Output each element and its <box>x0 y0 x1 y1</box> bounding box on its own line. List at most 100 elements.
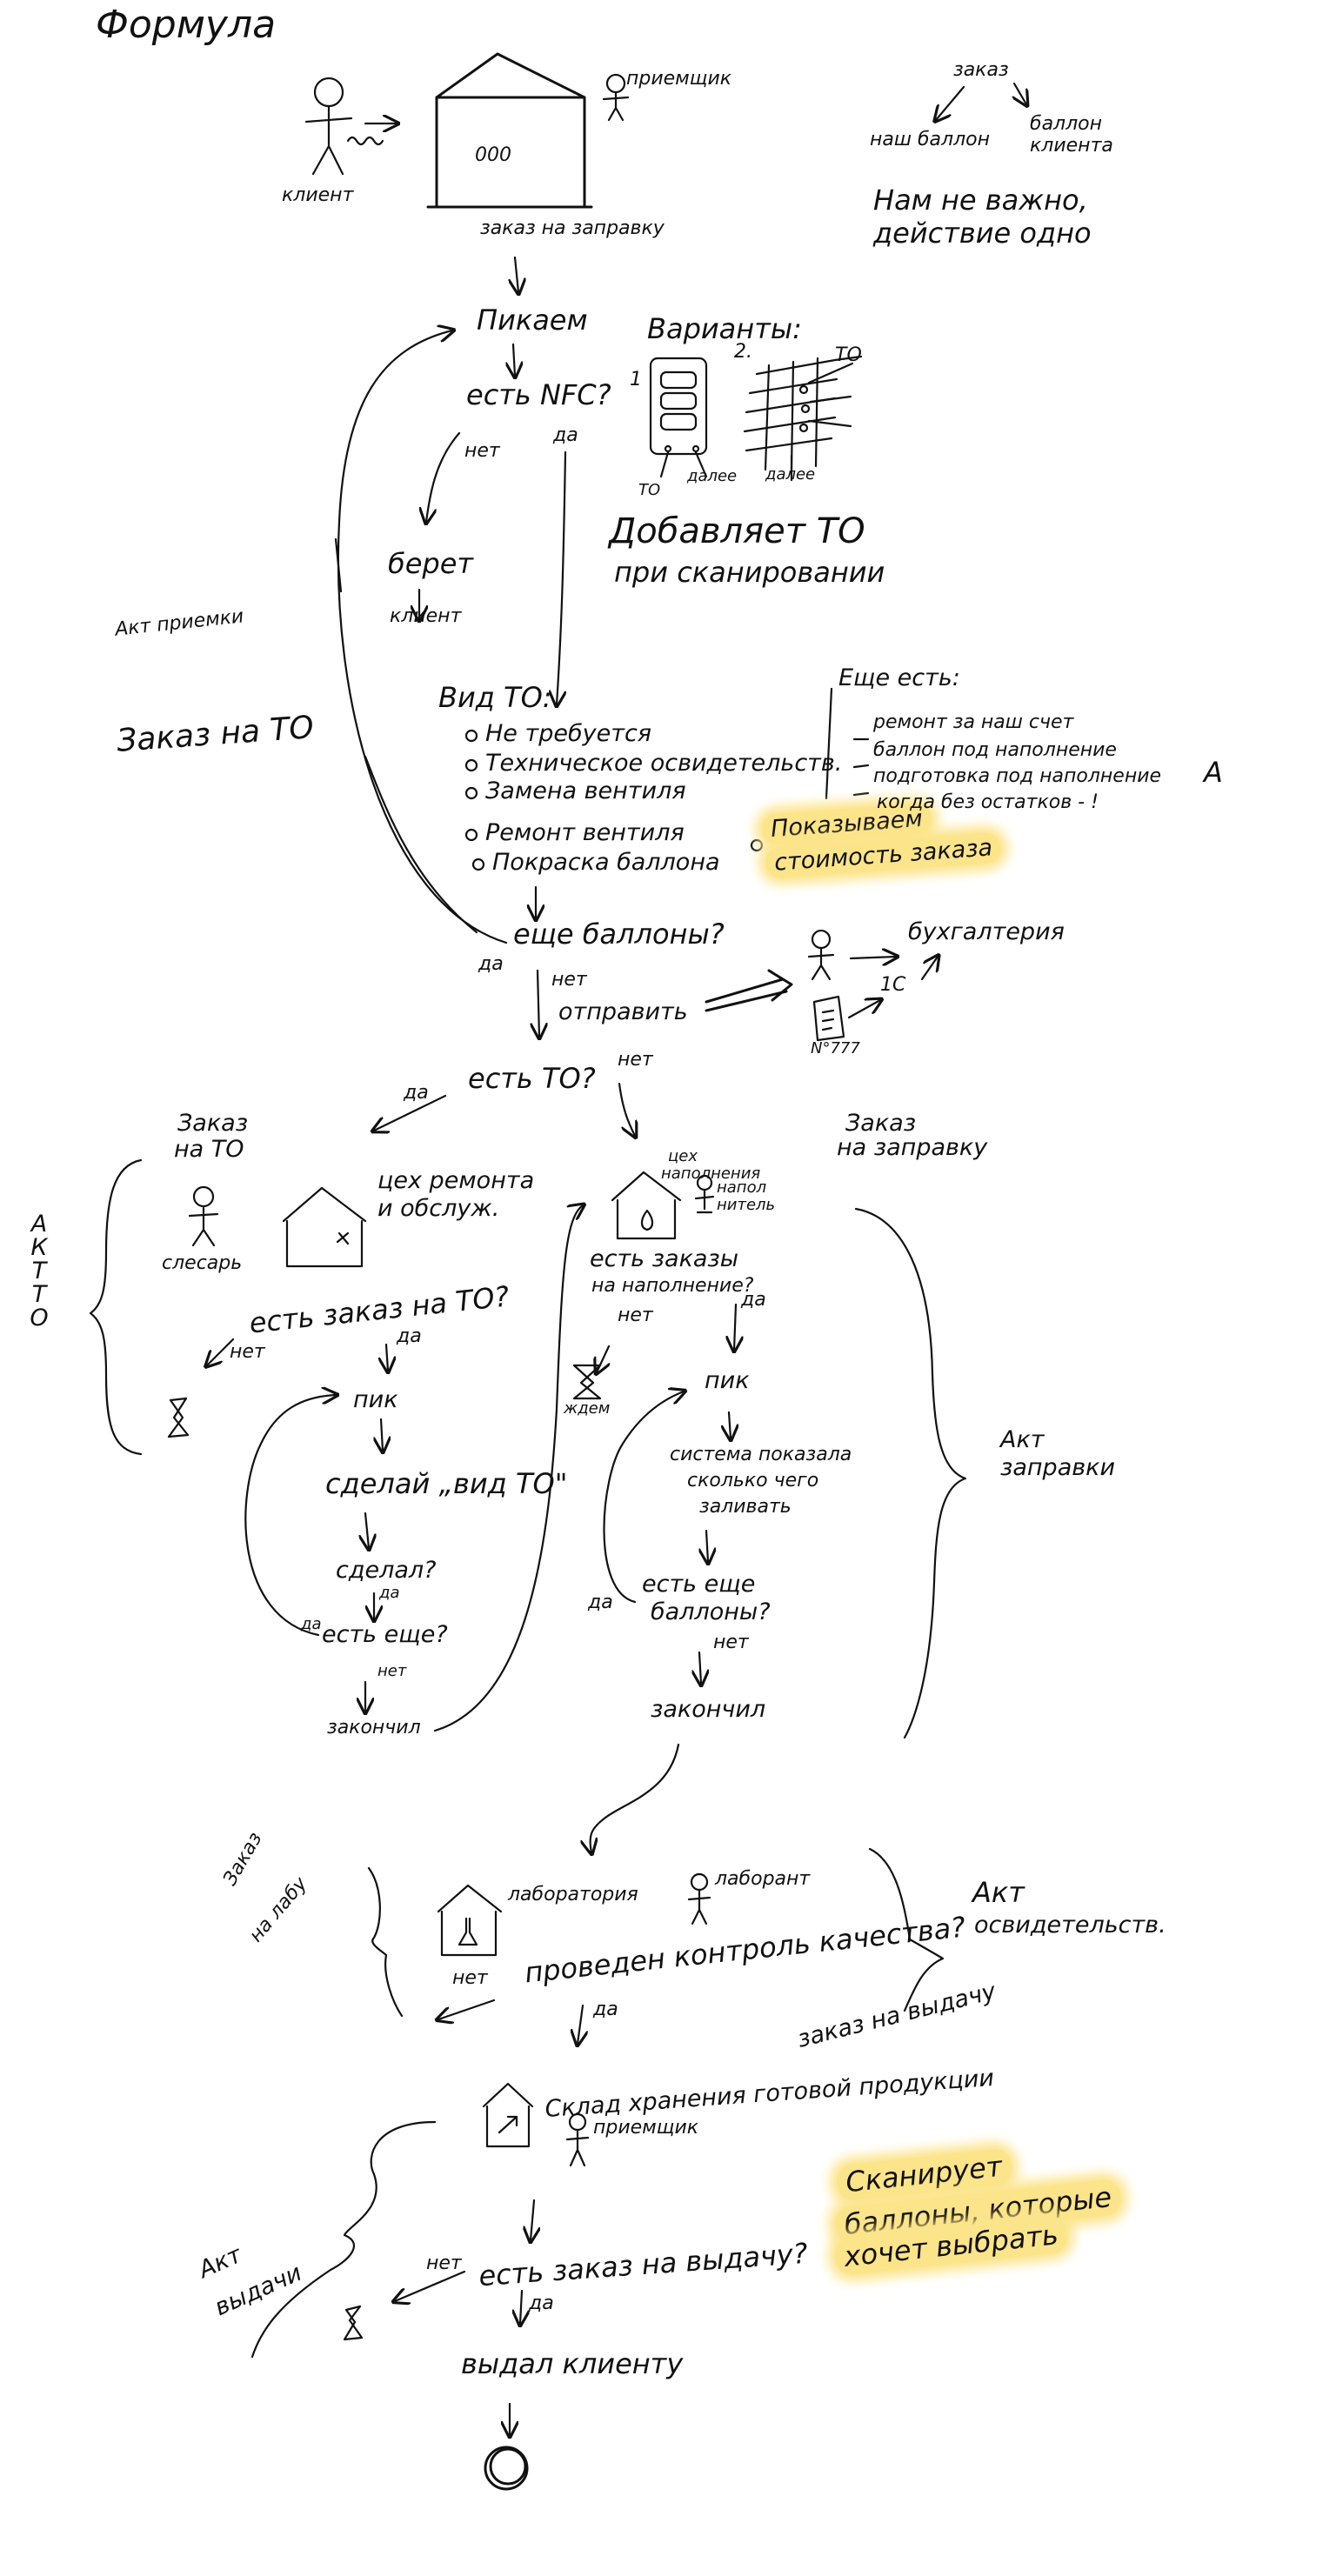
variant-2-next-label: далее <box>765 465 816 484</box>
lab-left-brace <box>367 1866 404 2018</box>
fill-act-line-2: заправки <box>1000 1454 1116 1481</box>
to-type-item-5: Покраска баллона <box>492 849 720 876</box>
wait-label: ждем <box>564 1399 611 1418</box>
repair-more-question: есть еще? <box>322 1621 448 1648</box>
more-item-4: когда без остатков - ! <box>877 791 1099 813</box>
fill-pick: пик <box>705 1367 750 1394</box>
whiteboard-diagram: Формула клиент приемщик 000 заказ на зап… <box>0 0 1336 2576</box>
arrow-issue-yes <box>520 2289 522 2324</box>
to-type-item-3: Замена вентиля <box>485 777 686 804</box>
variants-label: Варианты: <box>647 312 802 345</box>
repair-done-yes: да <box>379 1584 400 1602</box>
more-item-3: подготовка под наполнение <box>873 765 1162 787</box>
fill-brace <box>854 1207 967 1739</box>
order-to-our-arrow <box>936 85 965 120</box>
repair-order-label-1: Заказ <box>177 1110 249 1137</box>
loop-order-to <box>364 755 478 934</box>
repair-no: нет <box>230 1341 265 1363</box>
repair-done-question: сделал? <box>336 1557 437 1584</box>
office-house-icon <box>426 52 593 209</box>
storage-receiver-label: приемщик <box>593 2117 699 2139</box>
fill-no: нет <box>618 1305 653 1326</box>
more-list-dashes <box>852 737 870 797</box>
arrow-more-no <box>538 969 539 1037</box>
gave-client-label: выдал клиенту <box>461 2347 684 2380</box>
has-to-yes: да <box>404 1082 429 1104</box>
has-to-question: есть ТО? <box>468 1062 596 1095</box>
filler-line-1: напол <box>717 1178 767 1197</box>
receiver-label: приемщик <box>626 68 732 90</box>
hourglass-issue-icon <box>343 2305 364 2341</box>
to-type-item-1: Не требуется <box>485 720 652 747</box>
variant-to-label: ТО <box>835 344 862 366</box>
more-list-divider <box>825 687 833 800</box>
arrow-fill-yes <box>734 1303 736 1350</box>
arrow-fill-no <box>597 1345 609 1372</box>
issue-yes: да <box>529 2292 554 2314</box>
arrow-to-pick <box>515 256 518 292</box>
repair-shop-house-icon <box>282 1186 367 1268</box>
arrow-nfc-no <box>426 431 461 522</box>
arrow-do-done <box>365 1512 369 1548</box>
arrow-pick-do <box>381 1418 383 1451</box>
fill-more-yes: да <box>588 1592 613 1613</box>
lab-assistant-label: лаборант <box>715 1868 811 1890</box>
lab-act-line-1: Акт <box>972 1876 1025 1909</box>
lab-house-icon <box>437 1884 503 1957</box>
fill-more-line-1: есть еще <box>642 1571 756 1598</box>
send-double-line <box>705 978 788 1012</box>
fill-more-no: нет <box>713 1632 749 1653</box>
not-important-line-2: действие одно <box>873 217 1092 250</box>
more-item-1: ремонт за наш счет <box>873 711 1074 733</box>
arrow-lab-no <box>438 1999 496 2019</box>
takes-label: берет <box>388 547 474 580</box>
repair-more-no: нет <box>377 1662 407 1680</box>
arrow-to-issue-q <box>531 2199 534 2240</box>
onec-label: 1С <box>880 974 906 996</box>
arrow-more-finished-fill <box>699 1651 701 1684</box>
end-circle-icon <box>484 2446 529 2491</box>
fill-order-label-2: на заправку <box>837 1134 988 1161</box>
order-refill-label: заказ на заправку <box>480 217 665 239</box>
arrow-to-nfc <box>513 343 515 376</box>
hourglass-repair-icon <box>167 1397 190 1438</box>
not-important-line-1: Нам не важно, <box>873 184 1088 217</box>
more-cylinders-no: нет <box>551 969 587 991</box>
adds-to-line-1: Добавляет ТО <box>609 511 865 551</box>
has-to-no: нет <box>618 1049 653 1071</box>
fill-shows-line-3: заливать <box>699 1496 792 1518</box>
nfc-yes-label: да <box>553 424 578 446</box>
loop-repair-more-to-pick <box>244 1395 336 1637</box>
client-label: клиент <box>282 184 354 206</box>
arrow-shows-more <box>706 1529 708 1562</box>
receiver-figure-icon <box>602 73 630 122</box>
takes-client-label: клиент <box>390 605 462 627</box>
our-cylinder-label: наш баллон <box>870 129 991 150</box>
filler-line-2: нитель <box>717 1196 776 1214</box>
repair-pick: пик <box>353 1386 398 1413</box>
repair-yes: да <box>397 1325 422 1347</box>
lab-label: лаборатория <box>508 1884 638 1905</box>
lab-act-line-2: освидетельств. <box>974 1912 1166 1939</box>
fill-order-label-1: Заказ <box>845 1110 917 1137</box>
variant-1-to-label: ТО <box>638 481 661 499</box>
arrow-to-accounting <box>849 957 896 958</box>
pick-label: Пикаем <box>477 304 588 337</box>
arrow-issue-no <box>395 2270 466 2301</box>
order-label: заказ <box>953 59 1009 81</box>
arrow-1c-to-accounting <box>920 957 938 981</box>
hourglass-wait-icon <box>572 1364 602 1400</box>
arrow-has-to-no <box>618 1082 635 1136</box>
office-counter-label: 000 <box>475 144 511 166</box>
to-types-header: Вид ТО: <box>438 681 552 714</box>
variant-2-number: 2. <box>734 341 752 363</box>
repair-more-yes: да <box>301 1615 322 1633</box>
order-to-client-arrow <box>1014 82 1026 104</box>
send-label: отправить <box>558 998 688 1025</box>
adds-to-line-2: при сканировании <box>614 556 885 589</box>
more-item-2: баллон под наполнение <box>873 739 1117 761</box>
variant-1-number: 1 <box>630 369 642 390</box>
client-figure-icon <box>304 77 384 176</box>
to-type-item-4: Ремонт вентиля <box>485 819 685 846</box>
to-type-item-2: Техническое освидетельств. <box>485 750 843 777</box>
